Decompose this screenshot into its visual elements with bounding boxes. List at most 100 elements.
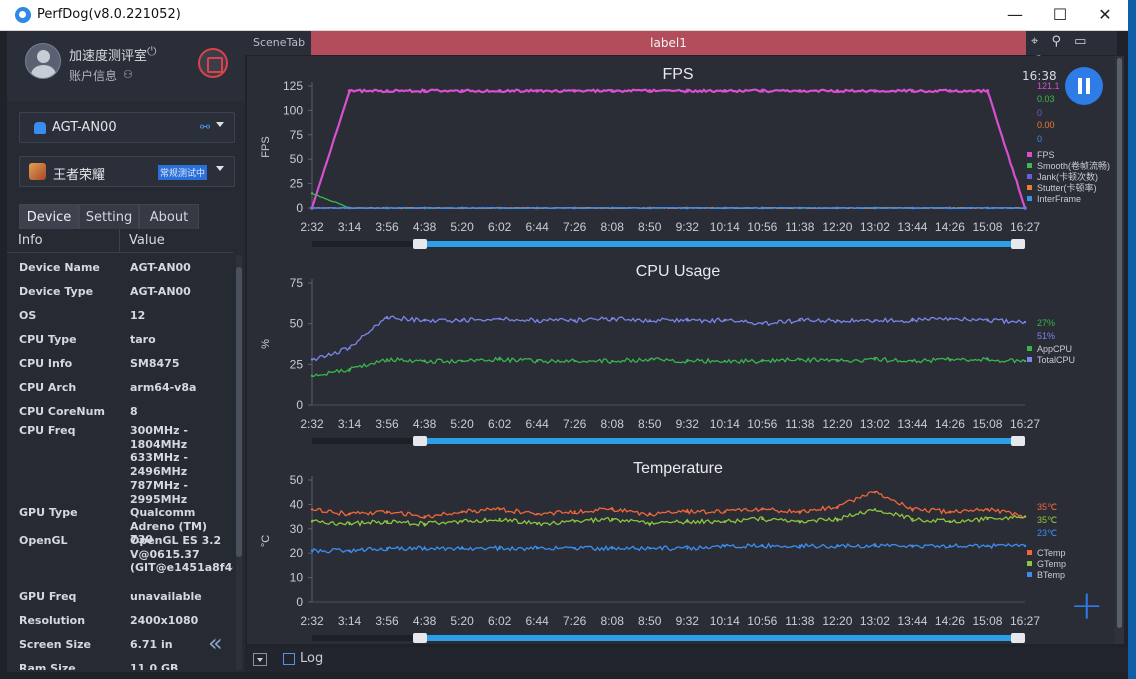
pause-button[interactable] (1065, 67, 1103, 105)
row-value: unavailable (130, 590, 202, 603)
range-slider-right-handle[interactable] (1011, 633, 1025, 643)
scene-tab[interactable]: SceneTab (253, 36, 305, 49)
expand-dropdown-button[interactable] (253, 653, 267, 666)
y-tick-label: 0 (296, 595, 303, 609)
data-point-ctemp (460, 510, 464, 513)
x-tick-label: 8:50 (638, 417, 662, 431)
data-point-totalcpu (1023, 320, 1027, 324)
series-line-smooth (311, 192, 1026, 210)
data-point-appcpu (648, 358, 651, 361)
range-slider-fill[interactable] (420, 635, 1018, 641)
power-icon[interactable]: ⏻ (147, 44, 157, 59)
add-chart-icon[interactable]: + (1070, 586, 1104, 626)
data-point-totalcpu (948, 317, 952, 320)
data-point-gtemp (611, 517, 614, 521)
data-point-btemp (948, 544, 952, 548)
pin-icon[interactable]: ⚲ (1051, 34, 1061, 49)
scene-label[interactable]: label1 (311, 31, 1026, 55)
x-tick-label: 14:26 (935, 614, 965, 628)
data-point-ctemp (948, 510, 952, 513)
data-point-gtemp (873, 508, 877, 511)
legend-entry: Smooth(卷帧流畅) (1037, 160, 1110, 171)
header-divider (119, 229, 120, 253)
x-tick-label: 3:14 (338, 220, 362, 234)
y-tick-label: 50 (290, 473, 304, 487)
data-point-fps (347, 89, 352, 93)
charts-scrollbar-thumb[interactable] (1117, 58, 1122, 628)
range-slider-left-handle[interactable] (413, 436, 427, 446)
table-scrollbar[interactable] (236, 255, 242, 670)
legend-swatch (1027, 152, 1032, 157)
data-point-gtemp (385, 520, 389, 523)
data-point-ctemp (836, 505, 839, 509)
current-value-btemp: 23℃ (1037, 528, 1057, 538)
location-icon[interactable]: ⌖ (1031, 34, 1038, 49)
data-point-fps (535, 89, 539, 93)
scrollbar-thumb[interactable] (236, 267, 242, 557)
data-point-btemp (911, 544, 914, 548)
minimize-button[interactable]: — (992, 0, 1038, 31)
x-tick-label: 6:02 (488, 614, 512, 628)
x-tick-label: 10:14 (710, 614, 740, 628)
avatar[interactable] (25, 43, 61, 79)
y-axis-label: % (260, 339, 272, 349)
x-tick-label: 13:02 (860, 417, 890, 431)
range-slider-right-handle[interactable] (1011, 239, 1025, 249)
title-bar: PerfDog(v8.0.221052) — ☐ ✕ (0, 0, 1128, 31)
data-point-interframe (460, 206, 464, 210)
range-slider-left-handle[interactable] (413, 633, 427, 643)
x-tick-label: 3:56 (375, 220, 399, 234)
close-button[interactable]: ✕ (1082, 0, 1128, 31)
x-tick-label: 15:08 (972, 220, 1002, 234)
x-tick-label: 16:27 (1010, 220, 1040, 234)
data-point-appcpu (1023, 359, 1027, 363)
range-slider-fill[interactable] (420, 438, 1018, 444)
stop-record-button[interactable] (198, 48, 228, 78)
data-point-totalcpu (460, 319, 464, 322)
data-point-totalcpu (873, 319, 877, 322)
device-select[interactable]: AGT-AN00 ⚯ (19, 112, 235, 143)
data-point-ctemp (423, 515, 426, 518)
x-tick-label: 9:32 (676, 220, 700, 234)
data-point-totalcpu (535, 319, 539, 322)
row-value: OpenGL ES 3.2 V@0615.37 (GIT@e1451a8f4d (130, 534, 233, 575)
data-point-gtemp (1023, 515, 1027, 518)
game-app-icon (29, 163, 46, 180)
data-point-totalcpu (686, 319, 689, 322)
data-point-fps (460, 89, 464, 93)
row-key: CPU Arch (19, 381, 77, 394)
range-slider-left-handle[interactable] (413, 239, 427, 249)
account-info-link[interactable]: 账户信息 (69, 67, 117, 84)
data-point-totalcpu (798, 319, 802, 322)
range-slider-right-handle[interactable] (1011, 436, 1025, 446)
left-panel: 加速度测评室 ⏻ 账户信息 ⚇ AGT-AN00 ⚯ 王者荣耀 常规测试中 De… (7, 31, 245, 672)
row-value: AGT-AN00 (130, 261, 191, 274)
maximize-button[interactable]: ☐ (1037, 0, 1083, 31)
row-value: 300MHz - 1804MHz 633MHz - 2496MHz 787MHz… (130, 424, 188, 506)
row-key: Ram Size (19, 662, 76, 670)
series-line-totalcpu (311, 315, 1026, 362)
charts-svg: FPSFPS02550751001252:32 3:14 3:56 4:38 5:20 6… (260, 66, 1110, 643)
data-point-totalcpu (310, 358, 314, 361)
collapse-panel-icon[interactable]: « (208, 629, 223, 657)
tab-setting[interactable]: Setting (79, 204, 139, 230)
data-point-totalcpu (761, 322, 764, 325)
tab-about[interactable]: About (139, 204, 199, 230)
charts-scrollbar[interactable] (1115, 56, 1124, 644)
data-point-appcpu (948, 358, 952, 361)
folder-icon[interactable]: ▭ (1074, 34, 1086, 49)
log-label: Log (300, 651, 324, 666)
legend-swatch (1027, 346, 1032, 351)
data-point-appcpu (498, 358, 501, 361)
app-select[interactable]: 王者荣耀 常规测试中 (19, 156, 235, 187)
log-checkbox[interactable] (283, 653, 295, 665)
range-slider-fill[interactable] (420, 241, 1018, 247)
data-point-smooth (310, 192, 314, 195)
row-key: Device Type (19, 285, 94, 298)
x-tick-label: 6:02 (488, 417, 512, 431)
data-point-gtemp (761, 517, 764, 521)
legend-entry: CTemp (1037, 548, 1066, 558)
data-point-interframe (986, 206, 989, 210)
x-tick-label: 15:08 (972, 417, 1002, 431)
tab-device[interactable]: Device (19, 204, 79, 230)
